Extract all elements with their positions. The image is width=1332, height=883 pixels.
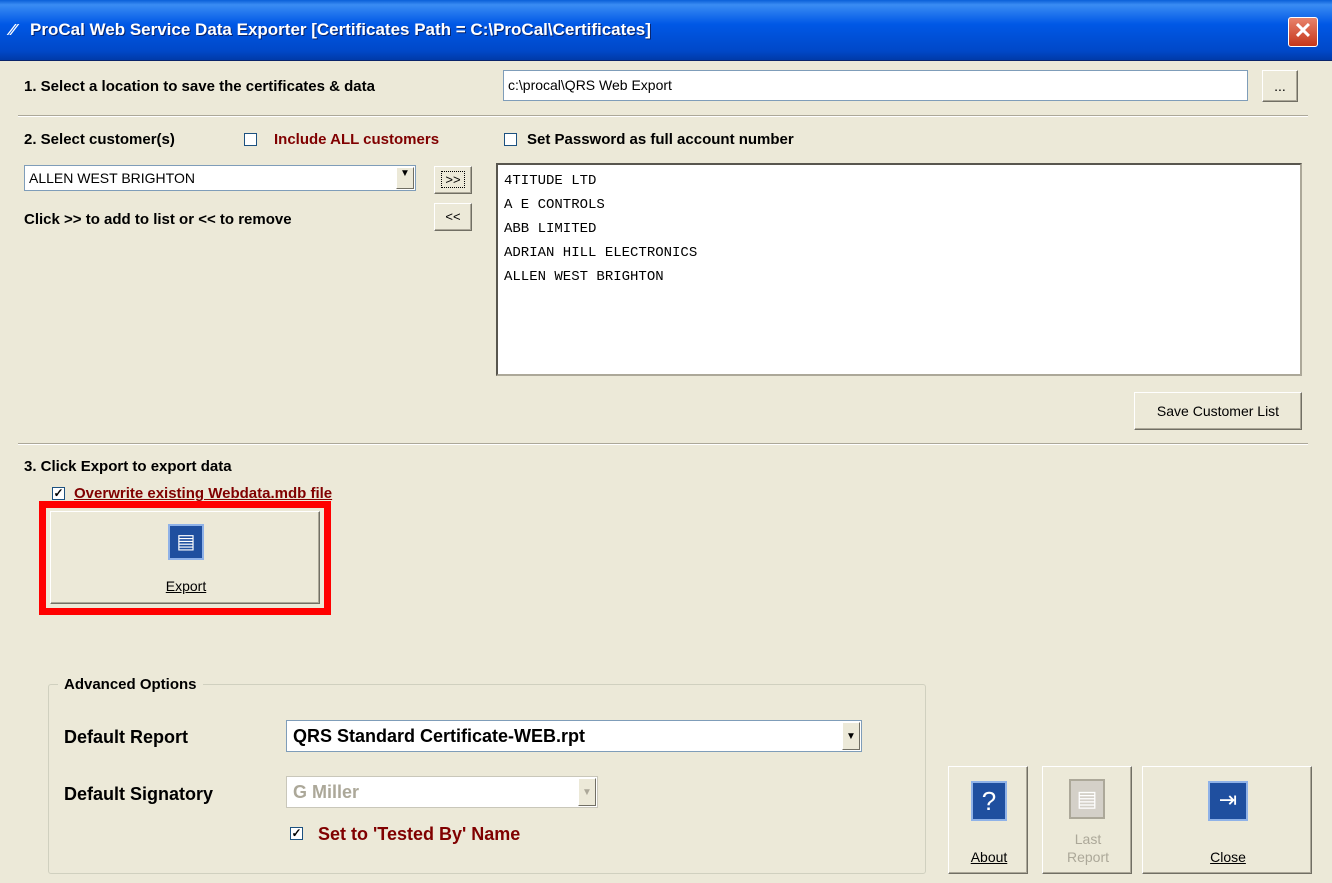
customer-select-value: ALLEN WEST BRIGHTON xyxy=(29,170,195,186)
step1-label: 1. Select a location to save the certifi… xyxy=(24,78,375,95)
step3-label: 3. Click Export to export data xyxy=(24,458,232,475)
save-customer-list-button[interactable]: Save Customer List xyxy=(1134,392,1302,430)
chevron-down-icon[interactable]: ▼ xyxy=(842,722,860,750)
tested-by-checkbox[interactable]: ✓ xyxy=(290,827,303,840)
remove-customer-button[interactable]: << xyxy=(434,203,472,231)
chevron-down-icon[interactable]: ▼ xyxy=(396,167,414,189)
selected-customers-list[interactable]: 4TITUDE LTD A E CONTROLS ABB LIMITED ADR… xyxy=(496,163,1302,376)
include-all-label: Include ALL customers xyxy=(274,131,440,148)
default-report-label: Default Report xyxy=(64,727,189,747)
overwrite-label: Overwrite existing Webdata.mdb file xyxy=(74,485,333,502)
step2-label: 2. Select customer(s) xyxy=(24,131,175,148)
include-all-checkbox[interactable] xyxy=(244,133,257,146)
export-button[interactable]: ▤ Export xyxy=(50,511,320,604)
exit-door-icon: ⇥ xyxy=(1208,781,1248,821)
separator xyxy=(18,115,1308,117)
overwrite-checkbox[interactable]: ✓ xyxy=(52,487,65,500)
default-signatory-label: Default Signatory xyxy=(64,784,214,804)
customer-select[interactable]: ALLEN WEST BRIGHTON ▼ xyxy=(24,165,416,191)
browse-button[interactable]: ... xyxy=(1262,70,1298,102)
default-signatory-value: G Miller xyxy=(293,782,360,802)
document-check-icon: ▤ xyxy=(168,524,204,560)
close-button[interactable]: ⇥ Close xyxy=(1142,766,1312,874)
last-report-label-line1: Last xyxy=(1074,831,1102,847)
list-item[interactable]: 4TITUDE LTD xyxy=(504,169,1294,193)
window-close-button[interactable]: ✕ xyxy=(1288,17,1318,47)
app-icon: ⁄⁄ xyxy=(10,22,16,39)
add-customer-label: >> xyxy=(441,171,465,188)
add-remove-hint: Click >> to add to list or << to remove xyxy=(24,211,292,228)
report-icon: ▤ xyxy=(1069,779,1105,819)
chevron-down-icon: ▼ xyxy=(578,778,596,806)
default-report-select[interactable]: QRS Standard Certificate-WEB.rpt ▼ xyxy=(286,720,862,752)
close-label: Close xyxy=(1210,849,1246,865)
close-icon: ✕ xyxy=(1293,18,1313,43)
advanced-options-legend: Advanced Options xyxy=(58,676,203,693)
last-report-label-line2: Report xyxy=(1066,849,1110,865)
about-button[interactable]: ? About xyxy=(948,766,1028,874)
list-item[interactable]: ALLEN WEST BRIGHTON xyxy=(504,265,1294,289)
tested-by-label: Set to 'Tested By' Name xyxy=(318,824,521,844)
default-signatory-select: G Miller ▼ xyxy=(286,776,598,808)
list-item[interactable]: ADRIAN HILL ELECTRONICS xyxy=(504,241,1294,265)
help-icon: ? xyxy=(971,781,1007,821)
set-password-label: Set Password as full account number xyxy=(527,131,794,148)
separator xyxy=(18,443,1308,445)
set-password-checkbox[interactable] xyxy=(504,133,517,146)
about-label: About xyxy=(970,849,1008,865)
window-title: ProCal Web Service Data Exporter [Certif… xyxy=(30,20,651,39)
add-customer-button[interactable]: >> xyxy=(434,166,472,194)
list-item[interactable]: ABB LIMITED xyxy=(504,217,1294,241)
last-report-button: ▤ Last Report xyxy=(1042,766,1132,874)
default-report-value: QRS Standard Certificate-WEB.rpt xyxy=(293,726,586,746)
save-customer-list-label: Save Customer List xyxy=(1156,403,1280,419)
list-item[interactable]: A E CONTROLS xyxy=(504,193,1294,217)
export-label: Export xyxy=(165,578,207,594)
save-location-input[interactable]: c:\procal\QRS Web Export xyxy=(503,70,1248,101)
